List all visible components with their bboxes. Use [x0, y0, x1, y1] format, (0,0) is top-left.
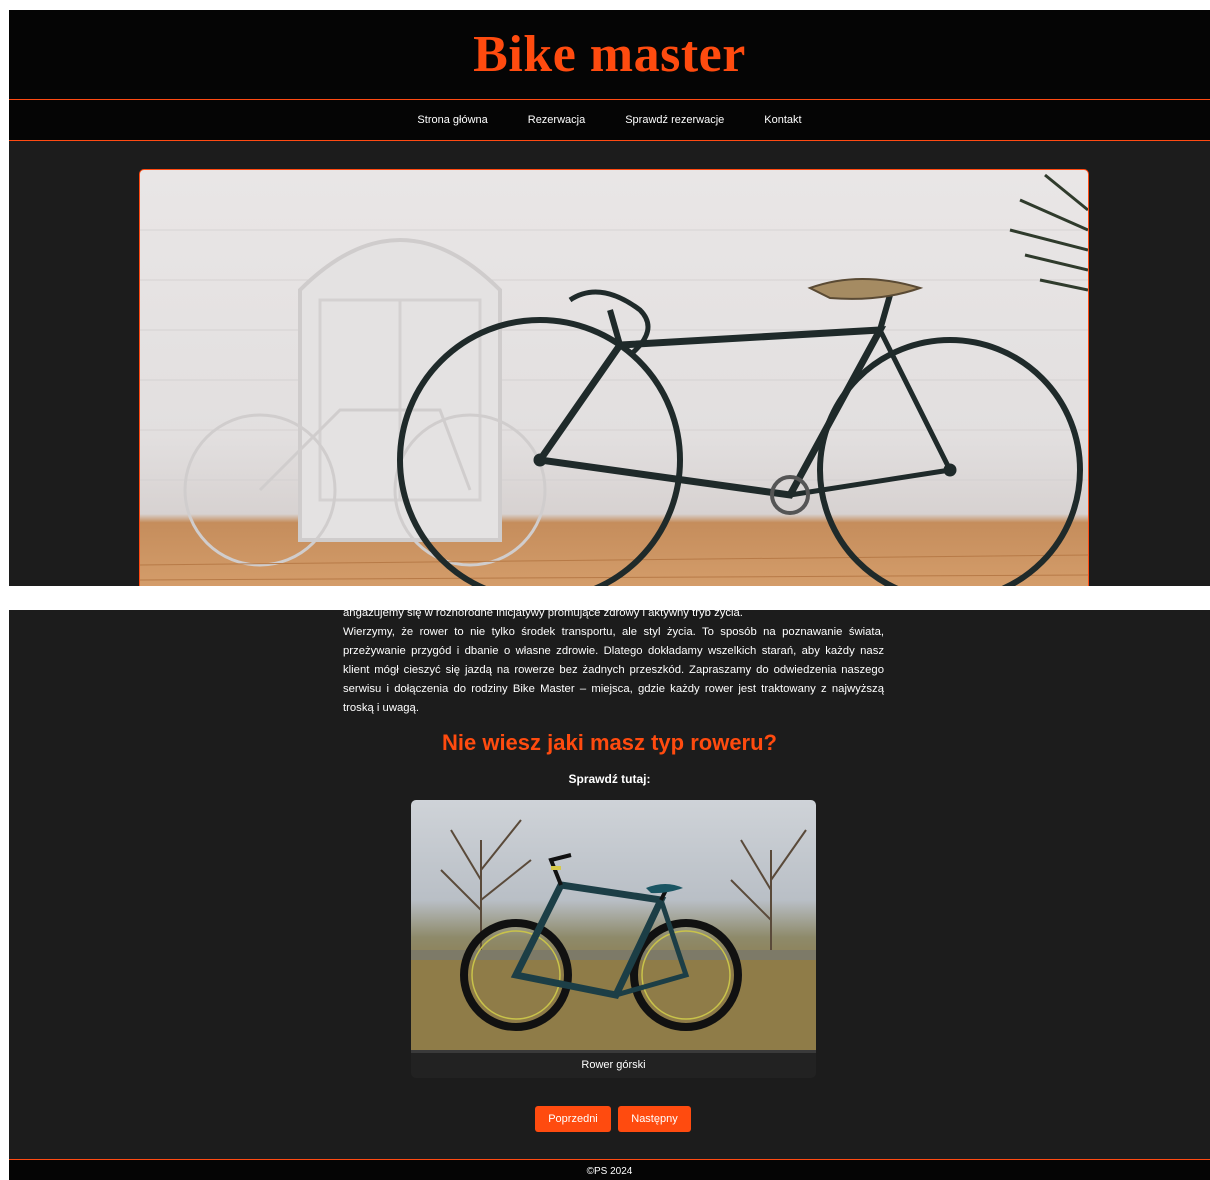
mountain-bike-illustration: [411, 819, 816, 1050]
bike-type-subheading: Sprawdź tutaj:: [568, 772, 651, 786]
bike-type-heading: Nie wiesz jaki masz typ roweru?: [441, 730, 777, 755]
main-nav: Strona główna Rezerwacja Sprawdź rezerwa…: [9, 100, 1210, 141]
about-paragraph: Wierzymy, że rower to nie tylko środek t…: [343, 626, 884, 714]
footer-copyright: ©PS 2024: [586, 1166, 633, 1177]
nav-item-contact[interactable]: Kontakt: [744, 114, 821, 126]
page-top-section: Bike master Strona główna Rezerwacja Spr…: [9, 10, 1210, 586]
hero-bicycle-illustration: [140, 173, 1088, 586]
page-bottom-section: angażujemy się w różnorodne inicjatywy p…: [9, 610, 1210, 1180]
nav-item-reservation[interactable]: Rezerwacja: [508, 114, 605, 126]
nav-item-check-reservations[interactable]: Sprawdź rezerwacje: [605, 114, 744, 126]
bike-type-caption: Rower górski: [581, 1059, 646, 1071]
about-text: angażujemy się w różnorodne inicjatywy p…: [343, 610, 884, 718]
bike-type-photo: [411, 800, 816, 1053]
bike-type-carousel-card: Rower górski: [411, 800, 816, 1078]
site-footer: ©PS 2024: [9, 1159, 1210, 1180]
site-header: Bike master: [9, 10, 1210, 100]
hero-image: [139, 169, 1089, 586]
next-button[interactable]: Następny: [618, 1106, 691, 1132]
about-line: angażujemy się w różnorodne inicjatywy p…: [343, 610, 743, 619]
site-title: Bike master: [473, 26, 746, 83]
nav-item-home[interactable]: Strona główna: [397, 114, 507, 126]
previous-button[interactable]: Poprzedni: [535, 1106, 611, 1132]
